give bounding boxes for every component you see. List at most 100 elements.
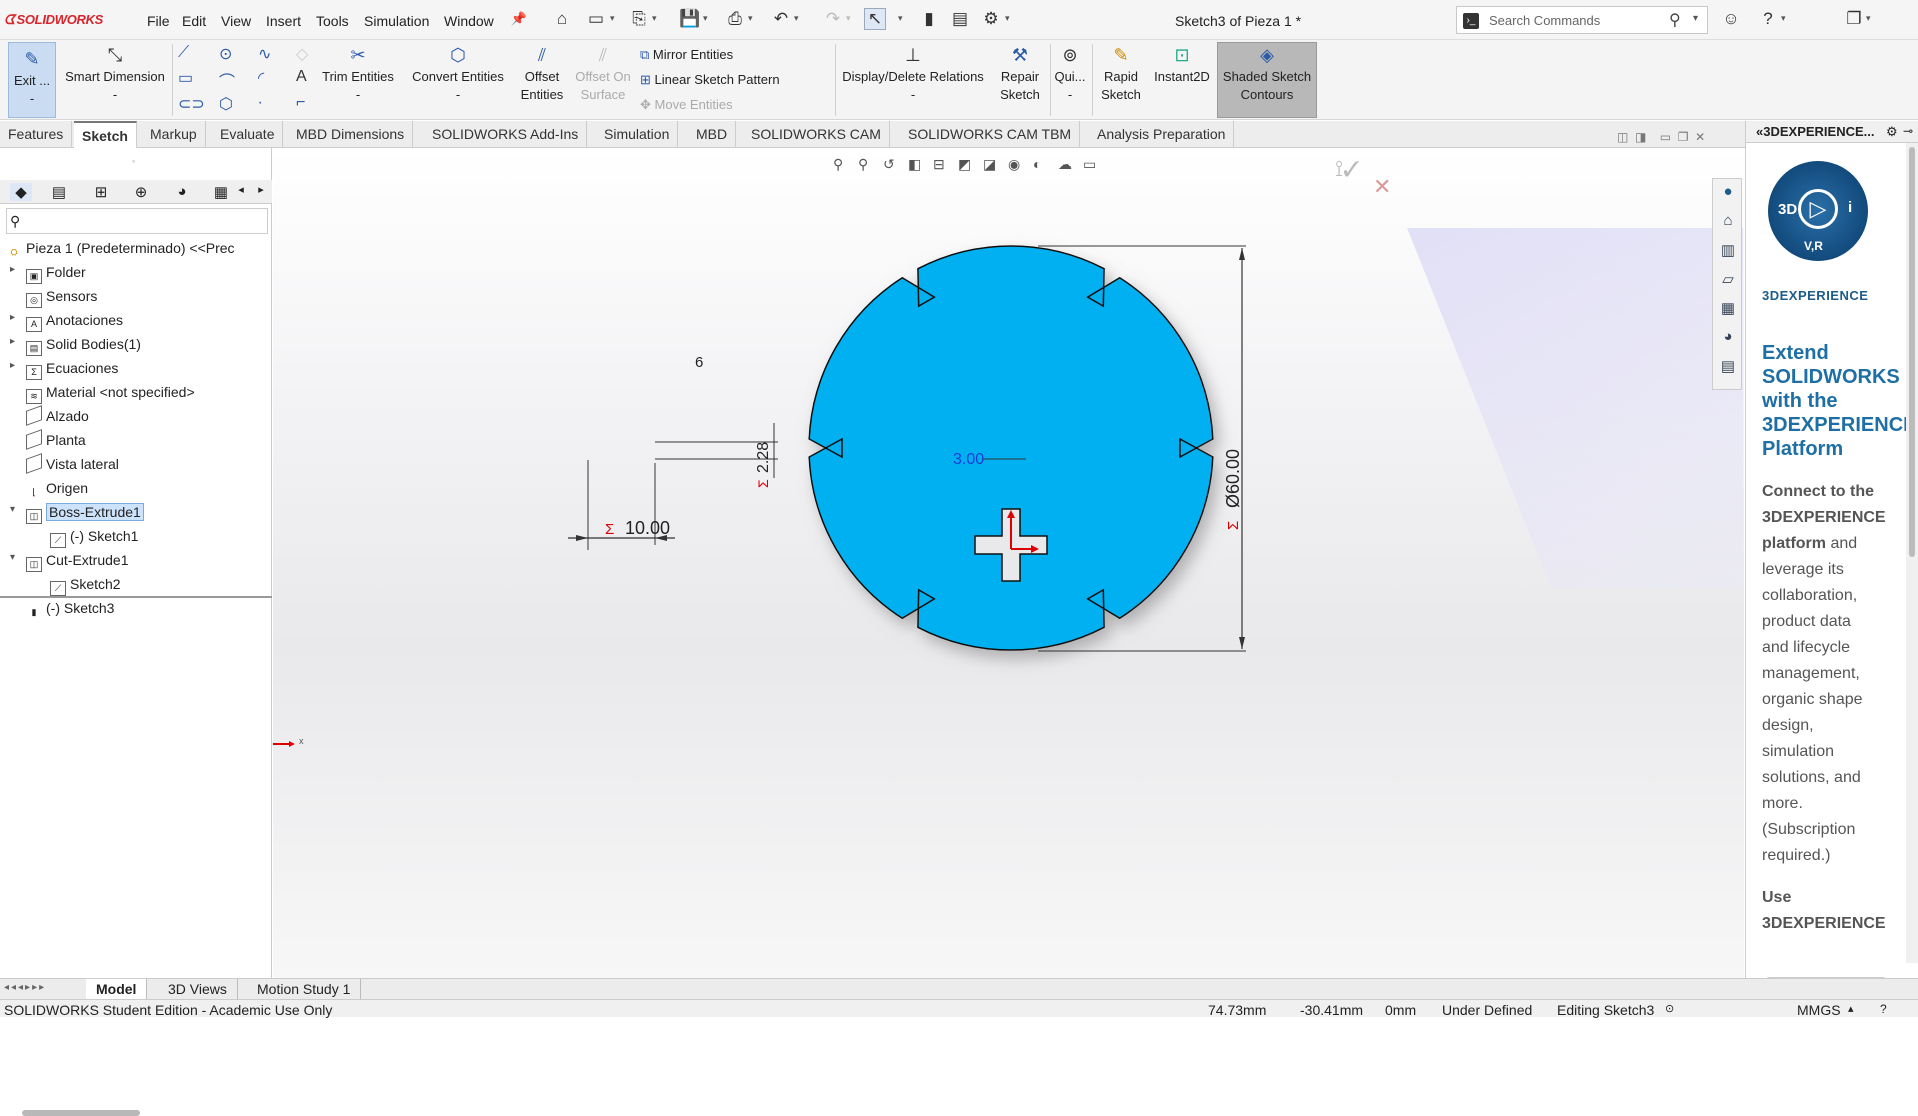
user-account-icon[interactable]: ☺ <box>1720 8 1742 30</box>
collapse-arrow-icon[interactable]: ▾ <box>10 504 15 515</box>
undo-icon[interactable]: ↶ <box>770 8 792 30</box>
select-cursor-icon[interactable]: ↖ <box>864 8 886 30</box>
disc-profile[interactable] <box>808 245 1214 651</box>
tree-item-sketch1[interactable]: ⟋ (-) Sketch1 <box>50 528 138 548</box>
options-gear-icon[interactable]: ⚙ <box>980 8 1002 30</box>
redo-dropdown-icon[interactable]: ▾ <box>846 13 851 24</box>
undo-dropdown-icon[interactable]: ▾ <box>794 13 799 24</box>
plane-tool-icon[interactable]: ◇ <box>296 44 308 64</box>
search-icon[interactable]: ⚲ <box>1669 10 1681 30</box>
smart-dimension-button[interactable]: ⤡ Smart Dimension - <box>60 46 170 104</box>
help-icon[interactable]: ? <box>1757 8 1779 30</box>
open-dropdown-icon[interactable]: ▾ <box>652 13 657 24</box>
tab-solidworks-addins[interactable]: SOLIDWORKS Add-Ins <box>424 121 588 148</box>
tab-3d-views[interactable]: 3D Views <box>158 979 238 1000</box>
quick-snaps-button[interactable]: ⊚ Qui... - <box>1052 46 1088 104</box>
tab-mbd[interactable]: MBD <box>688 121 737 148</box>
offset-on-surface-button[interactable]: ⫽ Offset On Surface <box>570 46 636 104</box>
tree-item-material[interactable]: ≋ Material <not specified> <box>26 384 195 404</box>
custom-properties-icon[interactable]: ▤ <box>1718 357 1738 377</box>
menu-tools[interactable]: Tools <box>316 13 349 29</box>
expand-arrow-icon[interactable]: ▸ <box>10 336 15 347</box>
text-tool-icon[interactable]: A <box>296 68 307 86</box>
tab-model[interactable]: Model <box>86 979 148 1000</box>
rebuild-status-icon[interactable]: ⊙ <box>1665 1002 1674 1015</box>
tree-item-front-plane[interactable]: Alzado <box>26 405 89 426</box>
tile-icon[interactable]: ◫ <box>1617 130 1628 144</box>
collapse-arrow-icon[interactable]: ▾ <box>10 552 15 563</box>
tree-item-equations[interactable]: ▸ Σ Ecuaciones <box>10 360 118 380</box>
convert-entities-button[interactable]: ⬡ Convert Entities - <box>402 46 514 104</box>
3dexperience-compass-logo[interactable]: 3D ▷ i V,R <box>1768 161 1868 261</box>
width-dim-value[interactable]: 10.00 <box>625 518 670 538</box>
tree-item-folder[interactable]: ▸ ▣ Folder <box>10 264 86 284</box>
linear-sketch-pattern-button[interactable]: ⊞ Linear Sketch Pattern <box>640 71 780 89</box>
status-units[interactable]: MMGS <box>1797 1002 1841 1018</box>
expand-arrow-icon[interactable]: ▸ <box>10 264 15 275</box>
tree-item-boss-extrude1[interactable]: ▾ ◫ Boss-Extrude1 <box>10 503 144 524</box>
home-icon[interactable]: ⌂ <box>551 8 573 30</box>
solidworks-resources-icon[interactable]: ⌂ <box>1718 212 1738 232</box>
circle-tool-icon[interactable]: ⊙ <box>219 44 232 64</box>
file-properties-icon[interactable]: ▤ <box>949 8 971 30</box>
tab-features[interactable]: Features <box>0 121 73 148</box>
arc-tool-icon[interactable]: ⌒ <box>219 68 235 92</box>
restore-window-icon[interactable]: ❐ <box>1843 8 1865 30</box>
fillet-tool-icon[interactable]: ◜ <box>258 68 264 88</box>
expand-icon[interactable]: ◨ <box>1635 130 1646 144</box>
minimize-icon[interactable]: ▭ <box>1660 130 1671 144</box>
exit-sketch-label[interactable]: ✎ Exit ... - <box>8 50 56 108</box>
property-manager-tab-icon[interactable]: ▤ <box>48 183 70 201</box>
trim-entities-button[interactable]: ✂ Trim Entities - <box>318 46 398 104</box>
small-dim-value[interactable]: 2.28 <box>755 442 772 473</box>
sketch-disc[interactable] <box>808 245 1214 651</box>
tab-nav-arrows-icon[interactable]: ◂◂◂▸▸▸ <box>4 982 46 993</box>
dimxpert-tab-icon[interactable]: ⊕ <box>130 183 152 201</box>
3dexperience-tab-icon[interactable]: ● <box>1718 183 1738 203</box>
menu-edit[interactable]: Edit <box>182 13 206 29</box>
file-explorer-icon[interactable]: ▱ <box>1718 270 1738 290</box>
task-pane-pin-icon[interactable]: ⊸ <box>1903 124 1913 138</box>
pattern-count-label[interactable]: 6 <box>695 354 703 371</box>
tab-solidworks-cam[interactable]: SOLIDWORKS CAM <box>743 121 890 148</box>
tree-item-annotations[interactable]: ▸ A Anotaciones <box>10 312 123 332</box>
menu-simulation[interactable]: Simulation <box>364 13 429 29</box>
tree-item-sensors[interactable]: ◎ Sensors <box>26 288 97 308</box>
configuration-tab-icon[interactable]: ⊞ <box>90 183 112 201</box>
menu-view[interactable]: View <box>221 13 251 29</box>
help-status-icon[interactable]: ? <box>1880 1002 1887 1016</box>
rollback-bar[interactable] <box>0 596 272 598</box>
tab-motion-study-1[interactable]: Motion Study 1 <box>247 979 362 1000</box>
line-tool-icon[interactable]: ⟋ <box>178 44 189 62</box>
rapid-sketch-button[interactable]: ✎ Rapid Sketch <box>1096 46 1146 104</box>
display-manager-tab-icon[interactable]: ◕ <box>171 183 193 201</box>
tree-filter-box[interactable]: ⚲ <box>6 208 268 234</box>
units-dropdown-icon[interactable]: ▴ <box>1848 1002 1854 1015</box>
confirm-sketch-icon[interactable]: ⟟✓ <box>1335 156 1360 181</box>
new-document-icon[interactable]: ▭ <box>585 8 607 30</box>
spline-tool-icon[interactable]: ∿ <box>258 44 271 64</box>
sketch-canvas[interactable]: Ø60.00 Σ 10.00 Σ 2.28 Σ 3.00 6 ⟟✓ ✕ x <box>273 148 1744 978</box>
slot-tool-icon[interactable]: ⊂⊃ <box>178 94 205 114</box>
tab-solidworks-cam-tbm[interactable]: SOLIDWORKS CAM TBM <box>900 121 1081 148</box>
tab-markup[interactable]: Markup <box>142 121 206 148</box>
appearances-icon[interactable]: ◕ <box>1718 328 1738 348</box>
rebuild-icon[interactable]: ▮ <box>918 8 940 30</box>
cam-tab-icon[interactable]: ▦ <box>210 183 232 201</box>
save-dropdown-icon[interactable]: ▾ <box>703 13 708 24</box>
panel-horizontal-scrollbar[interactable] <box>22 1110 140 1116</box>
menu-insert[interactable]: Insert <box>266 13 301 29</box>
search-input[interactable]: Search Commands <box>1489 13 1600 28</box>
save-icon[interactable]: 💾 <box>679 8 701 30</box>
tab-evaluate[interactable]: Evaluate <box>212 121 284 148</box>
tree-item-origin[interactable]: ⌊ Origen <box>26 480 88 501</box>
offset-entities-button[interactable]: ⫽ Offset Entities <box>514 46 570 104</box>
menu-window[interactable]: Window <box>444 13 494 29</box>
tab-scroll-right-icon[interactable]: ▸ <box>250 183 272 201</box>
shaded-sketch-contours-label[interactable]: ◈ Shaded Sketch Contours <box>1217 46 1317 104</box>
task-pane-settings-icon[interactable]: ⚙ <box>1886 124 1898 140</box>
repair-sketch-button[interactable]: ⚒ Repair Sketch <box>992 46 1048 104</box>
print-dropdown-icon[interactable]: ▾ <box>748 13 753 24</box>
rectangle-tool-icon[interactable]: ▭ <box>178 68 193 88</box>
tree-item-sketch2[interactable]: ⟋ Sketch2 <box>50 576 121 596</box>
